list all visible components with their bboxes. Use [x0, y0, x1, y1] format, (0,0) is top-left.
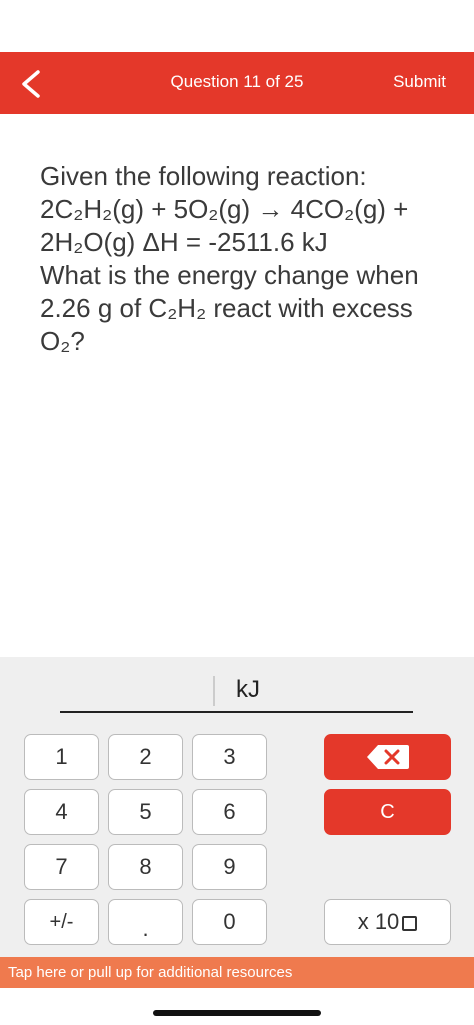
- key-9[interactable]: 9: [192, 844, 267, 890]
- clear-button[interactable]: C: [324, 789, 451, 835]
- top-bar: Question 11 of 25 Submit: [0, 52, 474, 114]
- decimal-button[interactable]: .: [108, 899, 183, 945]
- key-0[interactable]: 0: [192, 899, 267, 945]
- key-4[interactable]: 4: [24, 789, 99, 835]
- key-3[interactable]: 3: [192, 734, 267, 780]
- backspace-icon: [366, 745, 409, 769]
- backspace-button[interactable]: [324, 734, 451, 780]
- question-line: O₂?: [40, 326, 85, 356]
- key-2[interactable]: 2: [108, 734, 183, 780]
- key-8[interactable]: 8: [108, 844, 183, 890]
- question-line: 2C₂H₂(g) + 5O₂(g) → 4CO₂(g) +: [40, 194, 409, 224]
- sign-toggle-button[interactable]: +/-: [24, 899, 99, 945]
- scientific-notation-button[interactable]: x 10: [324, 899, 451, 945]
- scientific-notation-label: x 10: [358, 909, 418, 935]
- resources-bar[interactable]: Tap here or pull up for additional resou…: [0, 957, 474, 988]
- key-5[interactable]: 5: [108, 789, 183, 835]
- submit-button[interactable]: Submit: [393, 72, 446, 92]
- decimal-label: .: [142, 916, 149, 941]
- cursor-divider: [213, 676, 215, 706]
- key-6[interactable]: 6: [192, 789, 267, 835]
- home-indicator[interactable]: [153, 1010, 321, 1016]
- key-7[interactable]: 7: [24, 844, 99, 890]
- question-line: Given the following reaction:: [40, 161, 367, 191]
- times-ten-label: x 10: [357, 909, 400, 934]
- question-line: What is the energy change when: [40, 260, 419, 290]
- question-line: 2.26 g of C₂H₂ react with excess: [40, 293, 413, 323]
- question-text: Given the following reaction: 2C₂H₂(g) +…: [40, 160, 450, 358]
- question-line: 2H₂O(g) ΔH = -2511.6 kJ: [40, 227, 328, 257]
- answer-field-underline[interactable]: [60, 711, 413, 713]
- key-1[interactable]: 1: [24, 734, 99, 780]
- unit-label: kJ: [236, 676, 260, 703]
- square-icon: [402, 915, 418, 931]
